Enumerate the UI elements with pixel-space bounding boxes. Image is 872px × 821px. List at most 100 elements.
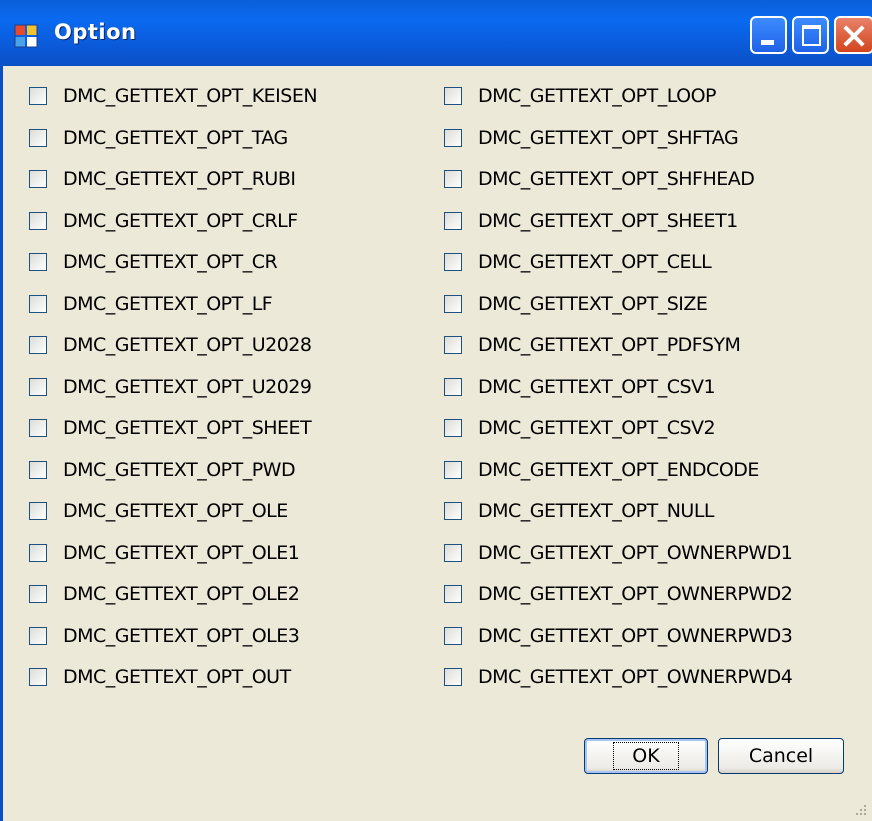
window-border <box>0 66 3 821</box>
option-checkbox-row[interactable]: DMC_GETTEXT_OPT_SHEET <box>29 413 312 443</box>
checkbox[interactable] <box>444 585 462 603</box>
checkbox-label: DMC_GETTEXT_OPT_OUT <box>63 666 291 688</box>
checkbox-label: DMC_GETTEXT_OPT_CSV1 <box>478 376 716 398</box>
checkbox-label: DMC_GETTEXT_OPT_SIZE <box>478 293 708 315</box>
option-checkbox-row[interactable]: DMC_GETTEXT_OPT_CSV2 <box>444 413 716 443</box>
checkbox-label: DMC_GETTEXT_OPT_TAG <box>63 127 288 149</box>
checkbox[interactable] <box>444 87 462 105</box>
checkbox-label: DMC_GETTEXT_OPT_OLE3 <box>63 625 300 647</box>
checkbox[interactable] <box>29 502 47 520</box>
ok-button-label: OK <box>613 742 679 770</box>
checkbox[interactable] <box>444 627 462 645</box>
minimize-icon[interactable] <box>750 16 787 54</box>
checkbox-label: DMC_GETTEXT_OPT_SHEET1 <box>478 210 738 232</box>
ok-button[interactable]: OK <box>584 738 708 774</box>
checkbox[interactable] <box>444 502 462 520</box>
option-checkbox-row[interactable]: DMC_GETTEXT_OPT_LF <box>29 289 273 319</box>
option-checkbox-row[interactable]: DMC_GETTEXT_OPT_OLE3 <box>29 621 300 651</box>
maximize-icon[interactable] <box>792 16 829 54</box>
option-checkbox-row[interactable]: DMC_GETTEXT_OPT_SHFHEAD <box>444 164 755 194</box>
option-checkbox-row[interactable]: DMC_GETTEXT_OPT_SHFTAG <box>444 123 739 153</box>
checkbox[interactable] <box>29 336 47 354</box>
checkbox[interactable] <box>29 295 47 313</box>
option-dialog: Option DMC_GETTEXT_OPT_KEISEN DMC_GETTEXT… <box>0 0 872 821</box>
checkbox-label: DMC_GETTEXT_OPT_CELL <box>478 251 712 273</box>
checkbox[interactable] <box>29 87 47 105</box>
checkbox-label: DMC_GETTEXT_OPT_U2028 <box>63 334 312 356</box>
checkbox-label: DMC_GETTEXT_OPT_U2029 <box>63 376 312 398</box>
checkbox-label: DMC_GETTEXT_OPT_OWNERPWD4 <box>478 666 793 688</box>
checkbox-label: DMC_GETTEXT_OPT_NULL <box>478 500 715 522</box>
window-title: Option <box>54 20 137 44</box>
option-checkbox-row[interactable]: DMC_GETTEXT_OPT_OLE1 <box>29 538 300 568</box>
option-checkbox-row[interactable]: DMC_GETTEXT_OPT_RUBI <box>29 164 296 194</box>
checkbox[interactable] <box>29 419 47 437</box>
checkbox[interactable] <box>29 668 47 686</box>
option-checkbox-row[interactable]: DMC_GETTEXT_OPT_CELL <box>444 247 712 277</box>
checkbox[interactable] <box>444 129 462 147</box>
checkbox-label: DMC_GETTEXT_OPT_ENDCODE <box>478 459 759 481</box>
checkbox[interactable] <box>29 461 47 479</box>
checkbox-label: DMC_GETTEXT_OPT_OWNERPWD3 <box>478 625 793 647</box>
option-checkbox-row[interactable]: DMC_GETTEXT_OPT_PWD <box>29 455 296 485</box>
option-checkbox-row[interactable]: DMC_GETTEXT_OPT_PDFSYM <box>444 330 741 360</box>
cancel-button-label: Cancel <box>748 745 814 767</box>
option-checkbox-row[interactable]: DMC_GETTEXT_OPT_SHEET1 <box>444 206 738 236</box>
checkbox-label: DMC_GETTEXT_OPT_OLE <box>63 500 288 522</box>
checkbox[interactable] <box>444 378 462 396</box>
checkbox[interactable] <box>29 585 47 603</box>
close-icon[interactable] <box>834 16 872 54</box>
checkbox[interactable] <box>29 129 47 147</box>
option-checkbox-row[interactable]: DMC_GETTEXT_OPT_SIZE <box>444 289 708 319</box>
option-checkbox-row[interactable]: DMC_GETTEXT_OPT_OWNERPWD2 <box>444 579 793 609</box>
option-checkbox-row[interactable]: DMC_GETTEXT_OPT_OWNERPWD3 <box>444 621 793 651</box>
checkbox-label: DMC_GETTEXT_OPT_PDFSYM <box>478 334 741 356</box>
checkbox[interactable] <box>444 212 462 230</box>
checkbox[interactable] <box>29 627 47 645</box>
checkbox[interactable] <box>444 295 462 313</box>
option-checkbox-row[interactable]: DMC_GETTEXT_OPT_TAG <box>29 123 288 153</box>
checkbox-label: DMC_GETTEXT_OPT_CR <box>63 251 278 273</box>
checkbox-label: DMC_GETTEXT_OPT_KEISEN <box>63 85 318 107</box>
checkbox[interactable] <box>444 336 462 354</box>
option-checkbox-row[interactable]: DMC_GETTEXT_OPT_ENDCODE <box>444 455 759 485</box>
checkbox[interactable] <box>444 170 462 188</box>
option-checkbox-row[interactable]: DMC_GETTEXT_OPT_CR <box>29 247 278 277</box>
checkbox[interactable] <box>444 419 462 437</box>
title-bar[interactable]: Option <box>0 0 872 66</box>
cancel-button[interactable]: Cancel <box>718 738 844 774</box>
option-checkbox-row[interactable]: DMC_GETTEXT_OPT_U2029 <box>29 372 312 402</box>
checkbox[interactable] <box>29 378 47 396</box>
resize-grip-icon[interactable] <box>854 803 866 815</box>
option-checkbox-row[interactable]: DMC_GETTEXT_OPT_CRLF <box>29 206 298 236</box>
option-checkbox-row[interactable]: DMC_GETTEXT_OPT_OWNERPWD1 <box>444 538 793 568</box>
checkbox[interactable] <box>29 253 47 271</box>
checkbox-label: DMC_GETTEXT_OPT_LF <box>63 293 273 315</box>
checkbox-label: DMC_GETTEXT_OPT_SHFTAG <box>478 127 739 149</box>
option-checkbox-row[interactable]: DMC_GETTEXT_OPT_LOOP <box>444 81 716 111</box>
option-checkbox-row[interactable]: DMC_GETTEXT_OPT_OLE <box>29 496 288 526</box>
option-checkbox-row[interactable]: DMC_GETTEXT_OPT_KEISEN <box>29 81 318 111</box>
checkbox[interactable] <box>29 212 47 230</box>
option-checkbox-row[interactable]: DMC_GETTEXT_OPT_U2028 <box>29 330 312 360</box>
checkbox[interactable] <box>444 544 462 562</box>
checkbox-label: DMC_GETTEXT_OPT_PWD <box>63 459 296 481</box>
checkbox-label: DMC_GETTEXT_OPT_CSV2 <box>478 417 716 439</box>
checkbox[interactable] <box>29 544 47 562</box>
checkbox-label: DMC_GETTEXT_OPT_SHEET <box>63 417 312 439</box>
checkbox[interactable] <box>444 461 462 479</box>
checkbox[interactable] <box>444 253 462 271</box>
checkbox-label: DMC_GETTEXT_OPT_SHFHEAD <box>478 168 755 190</box>
option-checkbox-row[interactable]: DMC_GETTEXT_OPT_OUT <box>29 662 291 692</box>
app-window-icon <box>14 24 38 48</box>
checkbox-label: DMC_GETTEXT_OPT_OLE2 <box>63 583 300 605</box>
option-checkbox-row[interactable]: DMC_GETTEXT_OPT_CSV1 <box>444 372 716 402</box>
option-checkbox-row[interactable]: DMC_GETTEXT_OPT_OWNERPWD4 <box>444 662 793 692</box>
checkbox-label: DMC_GETTEXT_OPT_LOOP <box>478 85 716 107</box>
option-checkbox-row[interactable]: DMC_GETTEXT_OPT_NULL <box>444 496 715 526</box>
checkbox-label: DMC_GETTEXT_OPT_CRLF <box>63 210 298 232</box>
option-checkbox-row[interactable]: DMC_GETTEXT_OPT_OLE2 <box>29 579 300 609</box>
checkbox[interactable] <box>29 170 47 188</box>
checkbox-label: DMC_GETTEXT_OPT_OLE1 <box>63 542 300 564</box>
checkbox[interactable] <box>444 668 462 686</box>
